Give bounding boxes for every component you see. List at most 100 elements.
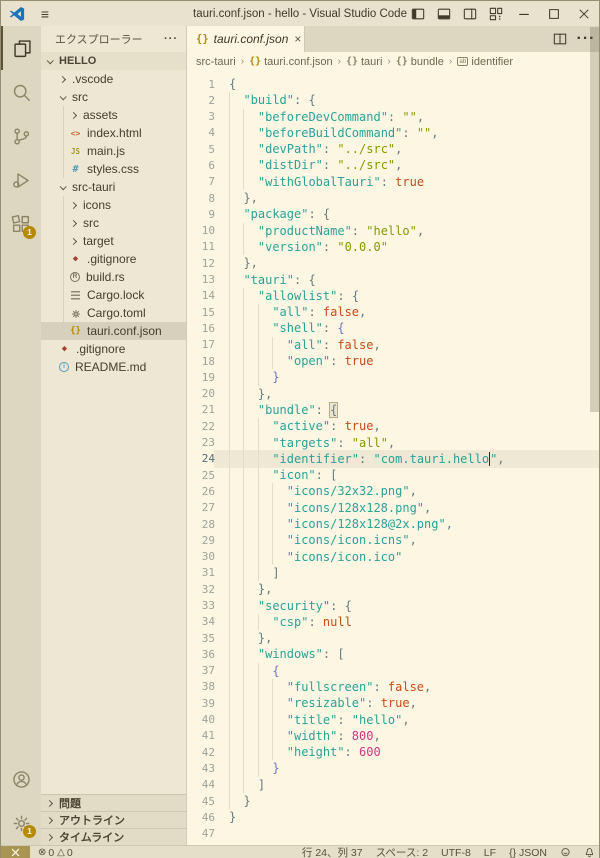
problems-status[interactable]: ⊗ 0 △ 0 — [38, 847, 73, 858]
tree-item-.vscode[interactable]: .vscode — [41, 70, 186, 88]
activity-settings[interactable]: 1 — [1, 801, 41, 845]
code-line-12[interactable]: 12}, — [187, 255, 599, 271]
tree-item-src[interactable]: src — [41, 88, 186, 106]
code-line-39[interactable]: 39"resizable": true, — [187, 695, 599, 711]
code-line-26[interactable]: 26"icons/32x32.png", — [187, 483, 599, 499]
code-line-37[interactable]: 37{ — [187, 663, 599, 679]
split-editor-icon[interactable] — [547, 26, 573, 52]
tree-item-.gitignore[interactable]: ◆.gitignore — [41, 340, 186, 358]
breadcrumb-src-tauri[interactable]: src-tauri — [196, 56, 236, 68]
layout-sidebar-left-icon[interactable] — [405, 1, 431, 26]
tree-item-.gitignore[interactable]: ◆.gitignore — [41, 250, 186, 268]
tree-item-README.md[interactable]: iREADME.md — [41, 358, 186, 376]
code-line-46[interactable]: 46} — [187, 809, 599, 825]
code-line-21[interactable]: 21"bundle": { — [187, 402, 599, 418]
menu-icon[interactable]: ≡ — [34, 6, 56, 22]
code-line-42[interactable]: 42"height": 600 — [187, 744, 599, 760]
code-line-3[interactable]: 3"beforeDevCommand": "", — [187, 109, 599, 125]
code-line-38[interactable]: 38"fullscreen": false, — [187, 679, 599, 695]
activity-search[interactable] — [1, 70, 41, 114]
code-line-29[interactable]: 29"icons/icon.icns", — [187, 532, 599, 548]
code-line-6[interactable]: 6"distDir": "../src", — [187, 157, 599, 173]
tree-item-src[interactable]: src — [41, 214, 186, 232]
code-line-5[interactable]: 5"devPath": "../src", — [187, 141, 599, 157]
close-icon[interactable] — [569, 1, 599, 26]
code-line-16[interactable]: 16"shell": { — [187, 320, 599, 336]
tab-tauri-conf-json[interactable]: {} tauri.conf.json × — [187, 26, 305, 52]
code-line-2[interactable]: 2"build": { — [187, 92, 599, 108]
code-line-35[interactable]: 35}, — [187, 630, 599, 646]
code-line-15[interactable]: 15"all": false, — [187, 304, 599, 320]
code-line-24[interactable]: 24"identifier": "com.tauri.hello", — [187, 451, 599, 467]
breadcrumb-bundle[interactable]: {}bundle — [396, 56, 444, 68]
maximize-icon[interactable] — [539, 1, 569, 26]
code-line-13[interactable]: 13"tauri": { — [187, 272, 599, 288]
code-line-17[interactable]: 17"all": false, — [187, 337, 599, 353]
section-問題[interactable]: 問題 — [41, 794, 186, 811]
section-アウトライン[interactable]: アウトライン — [41, 811, 186, 828]
layout-customize-icon[interactable] — [483, 1, 509, 26]
code-line-20[interactable]: 20}, — [187, 386, 599, 402]
tree-item-src-tauri[interactable]: src-tauri — [41, 178, 186, 196]
activity-extensions[interactable]: 1 — [1, 202, 41, 246]
status-encoding[interactable]: UTF-8 — [441, 847, 471, 858]
section-タイムライン[interactable]: タイムライン — [41, 828, 186, 845]
tree-item-main.js[interactable]: JSmain.js — [41, 142, 186, 160]
activity-explorer[interactable] — [1, 26, 41, 70]
code-line-45[interactable]: 45} — [187, 793, 599, 809]
tree-item-target[interactable]: target — [41, 232, 186, 250]
breadcrumb-tauri.conf.json[interactable]: {}tauri.conf.json — [249, 56, 333, 68]
code-line-44[interactable]: 44] — [187, 777, 599, 793]
activity-run-debug[interactable] — [1, 158, 41, 202]
code-line-36[interactable]: 36"windows": [ — [187, 646, 599, 662]
breadcrumb-identifier[interactable]: abidentifier — [457, 56, 513, 68]
tree-item-Cargo.lock[interactable]: Cargo.lock — [41, 286, 186, 304]
tree-item-icons[interactable]: icons — [41, 196, 186, 214]
code-line-11[interactable]: 11"version": "0.0.0" — [187, 239, 599, 255]
code-line-22[interactable]: 22"active": true, — [187, 418, 599, 434]
status-eol[interactable]: LF — [484, 847, 496, 858]
tree-item-build.rs[interactable]: Rbuild.rs — [41, 268, 186, 286]
code-line-28[interactable]: 28"icons/128x128@2x.png", — [187, 516, 599, 532]
code-line-34[interactable]: 34"csp": null — [187, 614, 599, 630]
code-line-19[interactable]: 19} — [187, 369, 599, 385]
explorer-more-actions-icon[interactable]: ··· — [164, 33, 178, 45]
code-line-25[interactable]: 25"icon": [ — [187, 467, 599, 483]
code-line-33[interactable]: 33"security": { — [187, 598, 599, 614]
remote-indicator[interactable] — [1, 846, 30, 858]
tree-item-index.html[interactable]: <>index.html — [41, 124, 186, 142]
workspace-root-folder[interactable]: HELLO — [41, 52, 186, 70]
tree-item-tauri.conf.json[interactable]: {}tauri.conf.json — [41, 322, 186, 340]
code-line-23[interactable]: 23"targets": "all", — [187, 435, 599, 451]
close-tab-icon[interactable]: × — [294, 32, 301, 46]
code-editor[interactable]: 1{2"build": {3"beforeDevCommand": "",4"b… — [187, 71, 599, 845]
code-line-14[interactable]: 14"allowlist": { — [187, 288, 599, 304]
code-line-18[interactable]: 18"open": true — [187, 353, 599, 369]
code-line-7[interactable]: 7"withGlobalTauri": true — [187, 174, 599, 190]
feedback-icon[interactable] — [560, 847, 571, 858]
status-indentation[interactable]: スペース: 2 — [376, 845, 428, 858]
layout-panel-icon[interactable] — [431, 1, 457, 26]
breadcrumb-tauri[interactable]: {}tauri — [346, 56, 382, 68]
code-line-9[interactable]: 9"package": { — [187, 206, 599, 222]
bell-icon[interactable] — [584, 847, 595, 858]
code-line-43[interactable]: 43} — [187, 760, 599, 776]
layout-sidebar-right-icon[interactable] — [457, 1, 483, 26]
code-line-40[interactable]: 40"title": "hello", — [187, 712, 599, 728]
code-line-47[interactable]: 47 — [187, 826, 599, 842]
code-line-30[interactable]: 30"icons/icon.ico" — [187, 549, 599, 565]
status-language-mode[interactable]: {} JSON — [509, 847, 547, 858]
code-line-1[interactable]: 1{ — [187, 76, 599, 92]
code-line-31[interactable]: 31] — [187, 565, 599, 581]
code-line-32[interactable]: 32}, — [187, 581, 599, 597]
status-cursor-position[interactable]: 行 24、列 37 — [302, 845, 363, 858]
editor-scrollbar[interactable] — [590, 27, 599, 412]
code-line-4[interactable]: 4"beforeBuildCommand": "", — [187, 125, 599, 141]
activity-account[interactable] — [1, 757, 41, 801]
tree-item-assets[interactable]: assets — [41, 106, 186, 124]
code-line-8[interactable]: 8}, — [187, 190, 599, 206]
tree-item-styles.css[interactable]: #styles.css — [41, 160, 186, 178]
tree-item-Cargo.toml[interactable]: Cargo.toml — [41, 304, 186, 322]
code-line-10[interactable]: 10"productName": "hello", — [187, 223, 599, 239]
activity-source-control[interactable] — [1, 114, 41, 158]
